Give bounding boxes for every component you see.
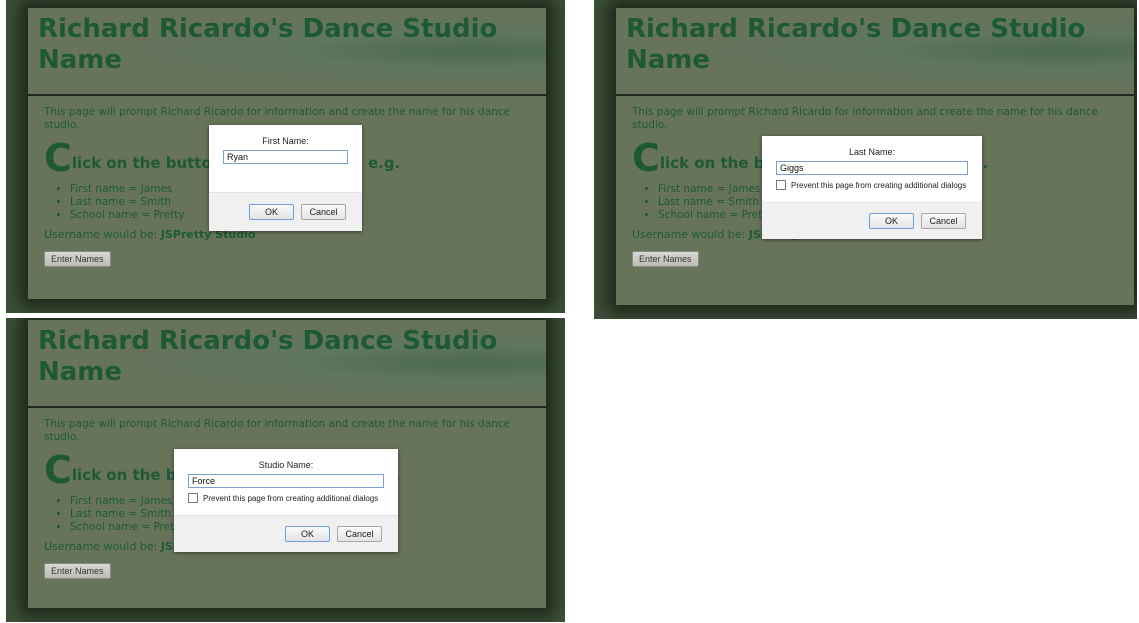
dialog-body: Studio Name: Prevent this page from crea… bbox=[174, 449, 398, 511]
page-title: Richard Ricardo's Dance Studio Name bbox=[38, 14, 498, 75]
studio-name-input[interactable] bbox=[188, 474, 384, 488]
screenshot-studio-name-prompt: Richard Ricardo's Dance Studio Name This… bbox=[6, 318, 565, 622]
screenshot-first-name-prompt: Richard Ricardo's Dance Studio Name This… bbox=[6, 0, 565, 313]
page-header: Richard Ricardo's Dance Studio Name bbox=[616, 8, 1134, 96]
screenshot-last-name-prompt: Richard Ricardo's Dance Studio Name This… bbox=[594, 0, 1137, 319]
prevent-dialogs-checkbox[interactable] bbox=[188, 493, 198, 503]
username-label: Username would be: bbox=[44, 228, 158, 241]
dialog-button-bar: OK Cancel bbox=[209, 192, 362, 231]
prompt-dialog-studio-name: Studio Name: Prevent this page from crea… bbox=[174, 449, 398, 552]
ok-button[interactable]: OK bbox=[869, 213, 914, 229]
prompt-dialog-last-name: Last Name: Prevent this page from creati… bbox=[762, 136, 982, 239]
dialog-body: Last Name: Prevent this page from creati… bbox=[762, 136, 982, 198]
first-name-input[interactable] bbox=[223, 150, 348, 164]
dialog-label: Studio Name: bbox=[258, 460, 314, 470]
username-label: Username would be: bbox=[632, 228, 746, 241]
instruction-initial: C bbox=[44, 448, 72, 492]
prompt-dialog-first-name: First Name: OK Cancel bbox=[209, 125, 362, 231]
page-header: Richard Ricardo's Dance Studio Name bbox=[28, 8, 546, 96]
username-label: Username would be: bbox=[44, 540, 158, 553]
dialog-button-bar: OK Cancel bbox=[762, 202, 982, 239]
dialog-body: First Name: bbox=[209, 125, 362, 172]
enter-names-button[interactable]: Enter Names bbox=[44, 563, 111, 579]
cancel-button[interactable]: Cancel bbox=[337, 526, 382, 542]
intro-text: This page will prompt Richard Ricardo fo… bbox=[44, 418, 511, 443]
instruction-initial: C bbox=[632, 136, 660, 180]
prevent-dialogs-option[interactable]: Prevent this page from creating addition… bbox=[188, 493, 384, 503]
dialog-label: First Name: bbox=[262, 136, 309, 146]
last-name-input[interactable] bbox=[776, 161, 968, 175]
enter-names-button[interactable]: Enter Names bbox=[632, 251, 699, 267]
page-title: Richard Ricardo's Dance Studio Name bbox=[626, 14, 1086, 75]
page-header: Richard Ricardo's Dance Studio Name bbox=[28, 320, 546, 408]
instruction-initial: C bbox=[44, 136, 72, 180]
dialog-button-bar: OK Cancel bbox=[174, 515, 398, 552]
dialog-label: Last Name: bbox=[848, 147, 896, 157]
prevent-dialogs-option[interactable]: Prevent this page from creating addition… bbox=[776, 180, 968, 190]
prevent-dialogs-label: Prevent this page from creating addition… bbox=[203, 493, 379, 503]
prevent-dialogs-label: Prevent this page from creating addition… bbox=[791, 180, 967, 190]
intro-text: This page will prompt Richard Ricardo fo… bbox=[632, 106, 1099, 131]
page-title: Richard Ricardo's Dance Studio Name bbox=[38, 326, 498, 387]
cancel-button[interactable]: Cancel bbox=[301, 204, 346, 220]
prevent-dialogs-checkbox[interactable] bbox=[776, 180, 786, 190]
cancel-button[interactable]: Cancel bbox=[921, 213, 966, 229]
ok-button[interactable]: OK bbox=[249, 204, 294, 220]
ok-button[interactable]: OK bbox=[285, 526, 330, 542]
enter-names-button[interactable]: Enter Names bbox=[44, 251, 111, 267]
